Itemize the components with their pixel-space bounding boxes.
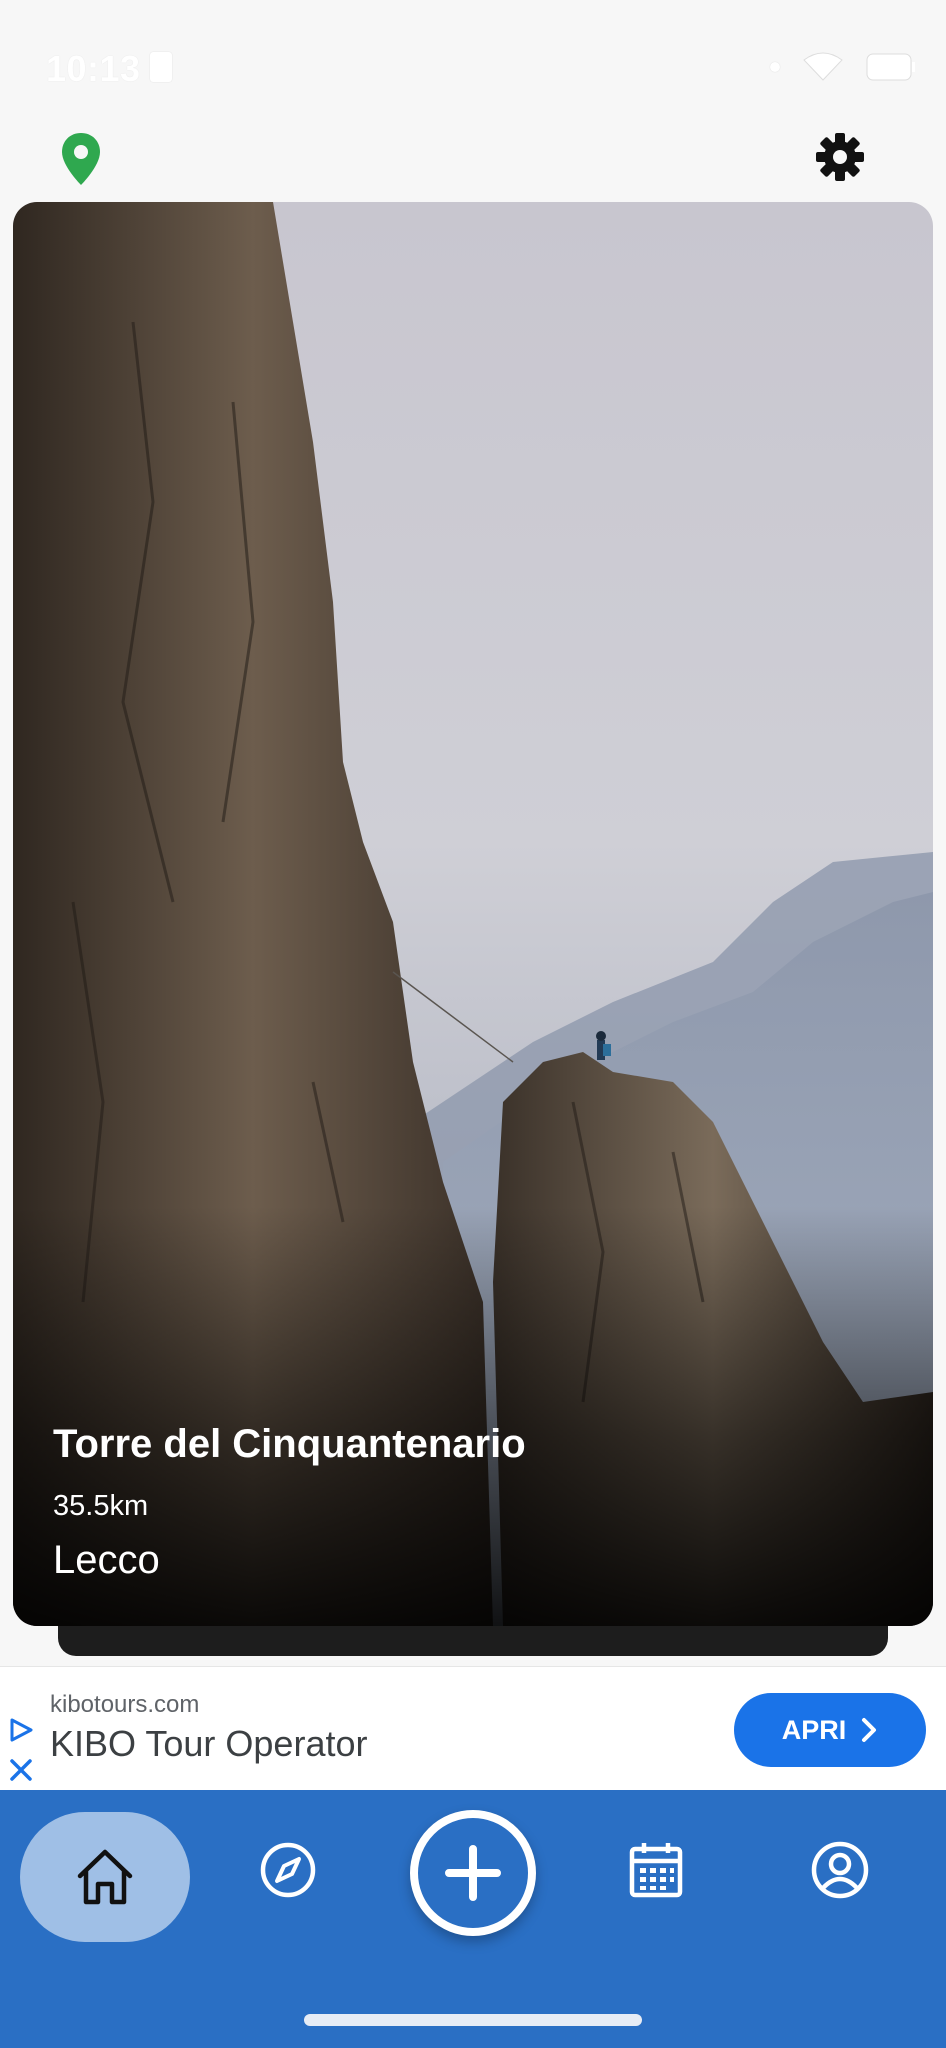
card-distance: 35.5km — [53, 1490, 149, 1522]
ad-open-button[interactable]: APRI — [734, 1693, 926, 1767]
card-title: Torre del Cinquantenario — [53, 1422, 526, 1466]
top-header — [0, 125, 946, 205]
ad-close-icon[interactable] — [8, 1757, 34, 1783]
home-indicator[interactable] — [304, 2014, 642, 2026]
card-city: Lecco — [53, 1538, 160, 1582]
signal-icon — [770, 62, 780, 72]
nav-explore[interactable] — [248, 1830, 328, 1910]
nav-home[interactable] — [20, 1812, 190, 1942]
nav-add-button[interactable] — [410, 1810, 536, 1936]
compass-icon — [260, 1842, 316, 1898]
location-pin-icon[interactable] — [60, 131, 102, 187]
calendar-icon — [629, 1843, 683, 1898]
ad-domain: kibotours.com — [50, 1691, 200, 1718]
sim-icon — [150, 52, 172, 82]
bottom-nav — [0, 1790, 946, 2048]
gear-icon[interactable] — [814, 131, 866, 183]
status-icons — [770, 52, 916, 82]
battery-icon — [866, 53, 915, 81]
status-bar: 10:13 — [0, 0, 946, 130]
ad-open-label: APRI — [781, 1714, 847, 1745]
ad-play-icon[interactable] — [8, 1717, 34, 1743]
ad-banner[interactable]: kibotours.com KIBO Tour Operator APRI — [0, 1666, 946, 1790]
plus-icon — [445, 1845, 501, 1901]
nav-profile[interactable] — [800, 1830, 880, 1910]
home-icon — [77, 1849, 133, 1905]
nav-calendar[interactable] — [616, 1830, 696, 1910]
chevron-right-icon — [862, 1718, 877, 1742]
profile-icon — [811, 1841, 869, 1899]
destination-card[interactable]: Torre del Cinquantenario 35.5km Lecco — [13, 202, 933, 1626]
wifi-icon — [803, 52, 843, 81]
status-time: 10:13 — [46, 48, 141, 89]
ad-title: KIBO Tour Operator — [50, 1723, 368, 1764]
